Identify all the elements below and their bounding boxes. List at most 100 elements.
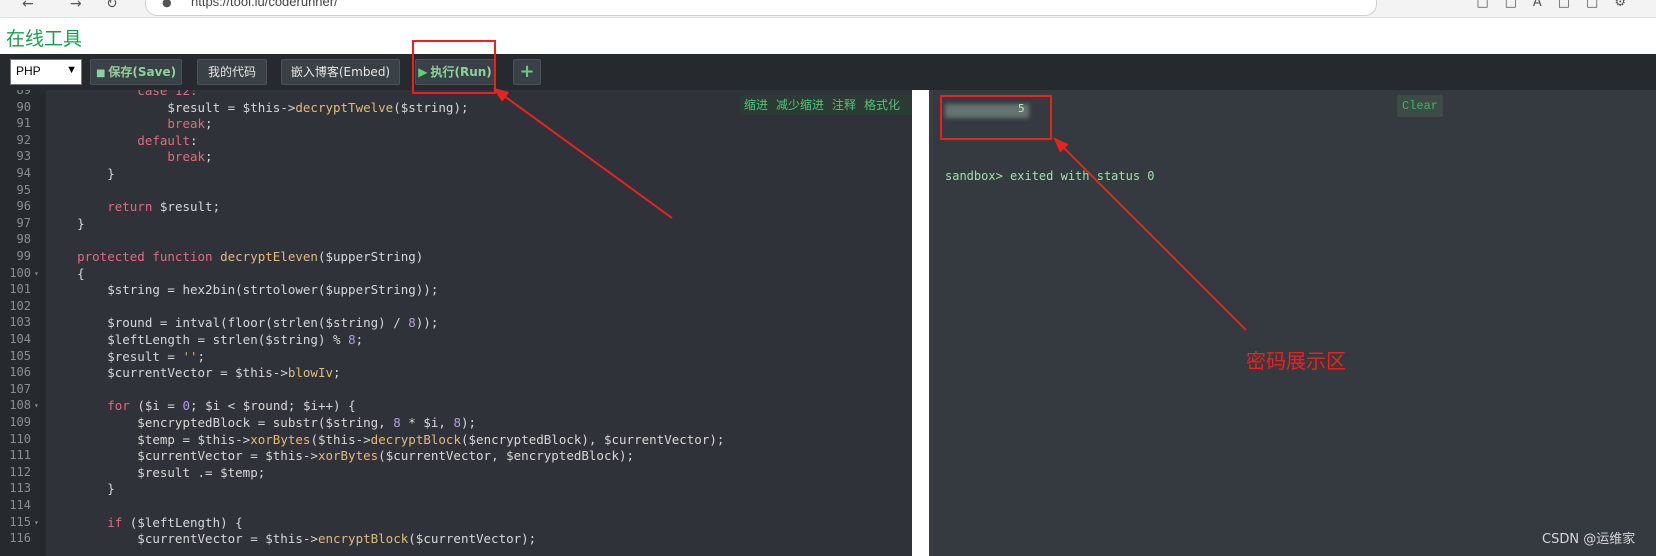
outdent-button[interactable]: 减少缩进	[776, 98, 824, 112]
password-area-label: 密码展示区	[1246, 349, 1346, 373]
code-text: $leftLength = strlen($string) % 8;	[47, 332, 363, 347]
fold-toggle-icon[interactable]: ▾	[34, 401, 39, 410]
code-token: case 12:	[47, 90, 198, 98]
lock-icon: ●	[162, 0, 172, 9]
code-token: $string	[400, 99, 454, 115]
clear-button[interactable]: Clear	[1397, 95, 1443, 117]
code-line[interactable]: 110 $temp = $this->xorBytes($this->decry…	[0, 432, 912, 449]
line-number: 101	[9, 282, 31, 297]
code-line[interactable]: 115 ▾ if ($leftLength) {	[0, 515, 912, 532]
code-line[interactable]: 106 $currentVector = $this->blowIv;	[0, 365, 912, 382]
code-token: $encryptedBlock	[468, 431, 582, 447]
code-line[interactable]: 112 $result .= $temp;	[0, 465, 912, 482]
format-button[interactable]: 格式化	[864, 98, 900, 112]
code-text: $round = intval(floor(strlen($string) / …	[47, 315, 438, 330]
code-token: ,	[378, 415, 394, 430]
code-line[interactable]: 111 $currentVector = $this->xorBytes($cu…	[0, 448, 912, 465]
code-line[interactable]: 98	[0, 232, 912, 249]
code-token: =	[174, 431, 198, 447]
editor-scrollbar[interactable]	[912, 90, 929, 556]
code-token: $round	[242, 398, 288, 414]
code-line[interactable]: 97 }	[0, 216, 912, 233]
code-text: $currentVector = $this->xorBytes($curren…	[47, 448, 634, 463]
back-icon[interactable]: ←	[22, 0, 34, 12]
code-line[interactable]: 101 $string = hex2bin(strtolower($upperS…	[0, 282, 912, 299]
code-token: ) {	[220, 514, 243, 530]
code-token: ++) {	[318, 398, 356, 414]
line-number: 104	[9, 332, 31, 346]
code-line[interactable]: 108 ▾ for ($i = 0; $i < $round; $i++) {	[0, 398, 912, 415]
code-token: *	[400, 415, 424, 430]
code-token: $upperString	[325, 282, 416, 298]
my-code-button[interactable]: 我的代码	[197, 59, 267, 85]
code-line[interactable]: 102	[0, 299, 912, 316]
code-token: =	[159, 348, 183, 364]
embed-button[interactable]: 嵌入博客(Embed)	[281, 59, 400, 85]
code-line[interactable]: 114	[0, 498, 912, 515]
url-text: https://tool.lu/coderunner/	[191, 0, 338, 9]
code-line[interactable]: 91 break;	[0, 116, 912, 133]
forward-icon[interactable]: →	[70, 0, 82, 12]
code-text: default:	[47, 133, 197, 148]
code-token: $result	[47, 348, 160, 364]
code-line[interactable]: 107	[0, 382, 912, 399]
line-number: 95	[16, 182, 31, 197]
code-token: protected function	[47, 249, 221, 264]
code-token: ;	[205, 116, 213, 132]
code-token: )	[415, 249, 424, 264]
code-token: ;	[205, 149, 213, 165]
browser-toolbar: ← → ↻ ● https://tool.lu/coderunner/ □□A□…	[0, 0, 1656, 18]
save-label: 保存(Save)	[108, 65, 177, 79]
code-line[interactable]: 116 $currentVector = $this->encryptBlock…	[0, 531, 912, 548]
code-token: }	[47, 166, 115, 181]
code-line[interactable]: 95	[0, 183, 912, 200]
code-line[interactable]: 92 default:	[0, 133, 912, 150]
fold-toggle-icon[interactable]: ▾	[34, 269, 39, 278]
code-text: {	[47, 266, 85, 281]
code-token: (	[393, 99, 401, 115]
code-line[interactable]: 99 protected function decryptEleven($upp…	[0, 249, 912, 266]
code-editor[interactable]: 89 case 12: 90 $result = $this->decryptTw…	[0, 90, 912, 556]
code-line[interactable]: 104 $leftLength = strlen($string) % 8;	[0, 332, 912, 349]
code-line[interactable]: 94 }	[0, 166, 912, 183]
code-token: encryptBlock	[317, 531, 409, 547]
code-token: (	[460, 431, 469, 447]
code-token: ,	[491, 448, 507, 464]
code-token: ;	[287, 398, 303, 414]
code-text: $temp = $this->xorBytes($this->decryptBl…	[47, 432, 724, 447]
language-select[interactable]: PHP ▼	[10, 59, 82, 85]
code-token: = strlen(	[190, 332, 266, 347]
indent-button[interactable]: 缩进	[744, 98, 768, 112]
code-line[interactable]: 105 $result = '';	[0, 349, 912, 366]
code-line[interactable]: 93 break;	[0, 149, 912, 166]
code-line[interactable]: 103 $round = intval(floor(strlen($string…	[0, 315, 912, 332]
code-token: $leftLength	[47, 332, 190, 347]
code-line[interactable]: 100 ▾ {	[0, 266, 912, 283]
browser-extension-icons[interactable]: □□A□□⚙	[1476, 0, 1642, 10]
run-button-highlight	[412, 40, 496, 94]
code-token: );	[453, 99, 469, 115]
fold-toggle-icon[interactable]: ▾	[34, 518, 39, 527]
code-token: $encryptedBlock	[506, 448, 620, 464]
code-token: ,	[438, 415, 454, 430]
add-button[interactable]: +	[513, 59, 541, 85]
code-token: $result	[159, 199, 213, 215]
code-token: xorBytes	[250, 431, 311, 447]
code-token: $currentVector	[603, 431, 710, 447]
code-token: ));	[415, 315, 439, 331]
reload-icon[interactable]: ↻	[106, 0, 118, 12]
line-number: 116	[9, 531, 31, 546]
line-number: 97	[16, 215, 31, 230]
site-title[interactable]: 在线工具	[6, 24, 82, 51]
code-line[interactable]: 96 return $result;	[0, 199, 912, 216]
code-text: case 12:	[47, 90, 198, 98]
exit-status-line: sandbox> exited with status 0	[945, 169, 1155, 183]
code-token: ->	[280, 99, 296, 115]
code-line[interactable]: 113 }	[0, 481, 912, 498]
comment-button[interactable]: 注释	[832, 98, 856, 112]
save-button[interactable]: ■ 保存(Save)	[90, 59, 182, 85]
address-bar[interactable]: ● https://tool.lu/coderunner/	[145, 0, 1377, 16]
code-text: $string = hex2bin(strtolower($upperStrin…	[47, 282, 438, 297]
code-text: protected function decryptEleven($upperS…	[47, 249, 423, 264]
code-line[interactable]: 109 $encryptedBlock = substr($string, 8 …	[0, 415, 912, 432]
